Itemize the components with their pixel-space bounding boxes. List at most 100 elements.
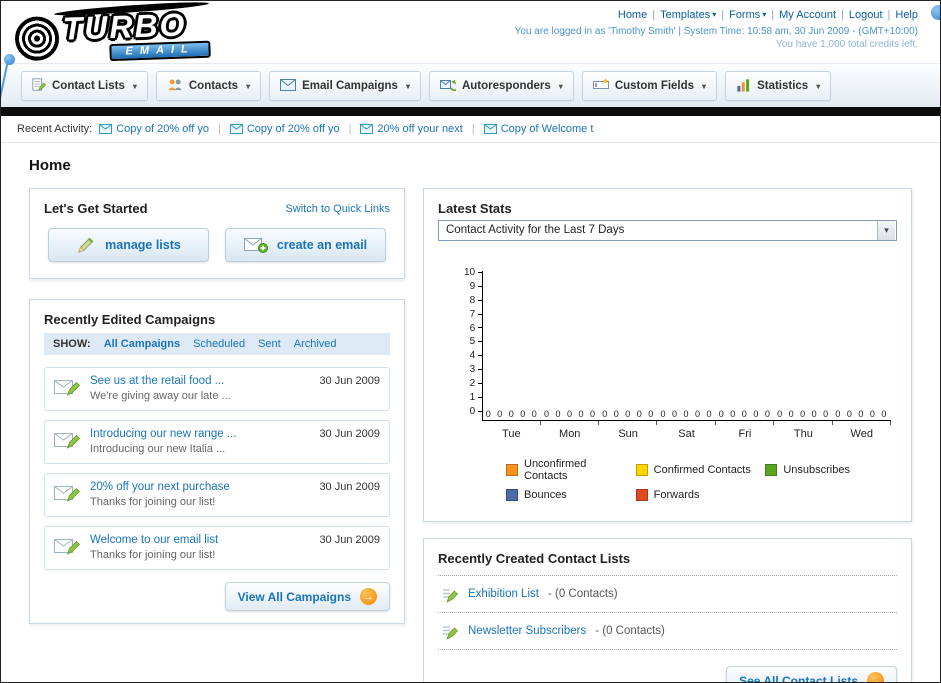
divider xyxy=(836,9,849,21)
pencil-icon xyxy=(78,237,94,253)
legend-swatch-confirmed xyxy=(635,464,648,476)
get-started-panel: Let's Get Started Switch to Quick Links … xyxy=(29,188,405,279)
divider xyxy=(716,9,729,21)
main-nav-tabbar: Contact Lists ▾ Contacts ▾ Email Campaig… xyxy=(1,63,940,107)
campaign-subtitle: Introducing our new Italia ... xyxy=(90,443,226,455)
filter-all-campaigns[interactable]: All Campaigns xyxy=(104,338,180,350)
filter-archived[interactable]: Archived xyxy=(294,338,337,350)
contact-list-row: Newsletter Subscribers - (0 Contacts) xyxy=(438,613,897,650)
campaign-date: 30 Jun 2009 xyxy=(319,428,380,440)
link-logout[interactable]: Logout xyxy=(849,9,883,21)
arrow-right-icon: → xyxy=(360,588,377,605)
chart-y-tick-label: 0 xyxy=(464,406,482,417)
tab-email-campaigns[interactable]: Email Campaigns ▾ xyxy=(269,71,421,101)
contact-lists-icon xyxy=(32,77,46,95)
chart-y-tick-label: 8 xyxy=(464,295,482,306)
chart-x-tick-label: Fri xyxy=(738,428,752,440)
tab-custom-fields[interactable]: Custom Fields ▾ xyxy=(581,71,718,101)
envelope-icon xyxy=(483,124,497,134)
recent-activity-item[interactable]: Copy of Welcome t xyxy=(483,123,593,135)
logo-primary-text: TURBO xyxy=(62,6,210,46)
campaign-title-link[interactable]: See us at the retail food ... xyxy=(90,375,310,387)
chart-y-tick-label: 6 xyxy=(464,323,482,334)
tab-label: Contact Lists xyxy=(52,80,125,92)
campaign-row: Welcome to our email list Thanks for joi… xyxy=(44,526,390,570)
chart-x-tick xyxy=(833,421,891,425)
chart-value-labels: 0 0 0 0 0 xyxy=(777,409,831,419)
create-email-button[interactable]: create an email xyxy=(225,228,386,262)
chart-y-tick-label: 7 xyxy=(464,309,482,320)
contact-list-link[interactable]: Newsletter Subscribers xyxy=(468,625,586,637)
legend-swatch-unsubscribes xyxy=(765,464,778,476)
tab-autoresponders[interactable]: Autoresponders ▾ xyxy=(428,71,574,101)
credits-text: You have 1,000 total credits left. xyxy=(776,39,918,50)
show-label: SHOW: xyxy=(53,338,91,350)
manage-lists-label: manage lists xyxy=(105,238,181,252)
chart-x-tick xyxy=(716,421,775,425)
statistics-icon xyxy=(736,78,751,95)
chart-value-labels: 0 0 0 0 0 xyxy=(660,409,714,419)
contact-list-link[interactable]: Exhibition List xyxy=(468,588,539,600)
chart-x-tick xyxy=(482,421,541,425)
link-home[interactable]: Home xyxy=(618,9,647,21)
chevron-down-icon: ▾ xyxy=(816,81,821,91)
stats-period-select[interactable]: Contact Activity for the Last 7 Days xyxy=(438,220,897,241)
view-all-campaigns-button[interactable]: View All Campaigns → xyxy=(224,582,390,611)
legend-item: Confirmed Contacts xyxy=(635,458,758,482)
legend-swatch-bounces xyxy=(506,489,518,501)
tab-label: Email Campaigns xyxy=(302,80,398,92)
chevron-down-icon: ▾ xyxy=(405,81,410,91)
chart-y-tick-label: 1 xyxy=(464,392,482,403)
chart-x-tick-label: Thu xyxy=(793,428,813,440)
chart-zeros-row: 0 0 0 0 0 0 0 0 0 0 0 0 0 0 0 0 0 0 0 0 0 0 … xyxy=(483,409,891,419)
link-my-account[interactable]: My Account xyxy=(779,9,836,21)
recent-activity-item[interactable]: Copy of 20% off yo xyxy=(99,123,209,135)
pencil-list-icon xyxy=(443,626,458,640)
campaign-title-link[interactable]: Introducing our new range ... xyxy=(90,428,310,440)
filter-scheduled[interactable]: Scheduled xyxy=(193,338,245,350)
campaigns-filter-bar: SHOW: All Campaigns Scheduled Sent Archi… xyxy=(44,333,390,355)
page-title: Home xyxy=(29,157,71,174)
legend-item: Unsubscribes xyxy=(765,458,887,482)
chart-y-tick-label: 10 xyxy=(464,267,482,278)
link-templates[interactable]: Templates ▾ xyxy=(660,9,716,21)
campaign-row: 20% off your next purchase Thanks for jo… xyxy=(44,473,390,517)
filter-sent[interactable]: Sent xyxy=(258,338,281,350)
chevron-down-icon: ▾ xyxy=(246,81,251,91)
contact-lists-title: Recently Created Contact Lists xyxy=(438,551,631,566)
campaign-title-link[interactable]: 20% off your next purchase xyxy=(90,481,310,493)
tab-statistics[interactable]: Statistics ▾ xyxy=(725,71,832,101)
manage-lists-button[interactable]: manage lists xyxy=(48,228,209,262)
tab-contacts[interactable]: Contacts ▾ xyxy=(155,71,262,101)
legend-swatch-forwards xyxy=(635,489,648,501)
link-forms[interactable]: Forms ▾ xyxy=(729,9,766,21)
switch-quick-links-link[interactable]: Switch to Quick Links xyxy=(285,203,390,215)
latest-stats-panel: Latest Stats Contact Activity for the La… xyxy=(423,188,912,522)
tab-contact-lists[interactable]: Contact Lists ▾ xyxy=(21,71,148,101)
recent-activity-item[interactable]: 20% off your next xyxy=(360,123,463,135)
chart-y-tick-label: 2 xyxy=(464,378,482,389)
chart-x-tick xyxy=(599,421,658,425)
chart-y-tick-label: 5 xyxy=(464,336,482,347)
campaign-title-link[interactable]: Welcome to our email list xyxy=(90,534,310,546)
campaign-date: 30 Jun 2009 xyxy=(319,375,380,387)
decor-dot-icon xyxy=(931,5,940,20)
chart-x-ticks xyxy=(482,421,891,425)
contact-list-row: Exhibition List - (0 Contacts) xyxy=(438,576,897,613)
recent-activity-item[interactable]: Copy of 20% off yo xyxy=(229,123,340,135)
logo-text: TURBO EMAIL xyxy=(62,6,212,62)
email-campaigns-icon xyxy=(280,78,297,94)
header: TURBO EMAIL Home Templates▾ Forms▾ My Accou… xyxy=(1,1,940,63)
legend-item: Forwards xyxy=(635,489,758,501)
campaign-date: 30 Jun 2009 xyxy=(319,481,380,493)
app-window: TURBO EMAIL Home Templates▾ Forms▾ My Accou… xyxy=(0,0,941,683)
campaign-subtitle: Thanks for joining our list! xyxy=(90,549,216,561)
link-help[interactable]: Help xyxy=(895,9,918,21)
envelope-icon xyxy=(360,124,374,134)
custom-fields-icon xyxy=(592,78,609,94)
login-info-text: You are logged in as 'Timothy Smith' | S… xyxy=(514,26,918,37)
divider xyxy=(216,123,223,135)
see-all-contact-lists-label: See All Contact Lists xyxy=(739,673,858,683)
see-all-contact-lists-button[interactable]: See All Contact Lists → xyxy=(726,666,897,683)
turbo-email-logo: TURBO EMAIL xyxy=(14,6,212,67)
